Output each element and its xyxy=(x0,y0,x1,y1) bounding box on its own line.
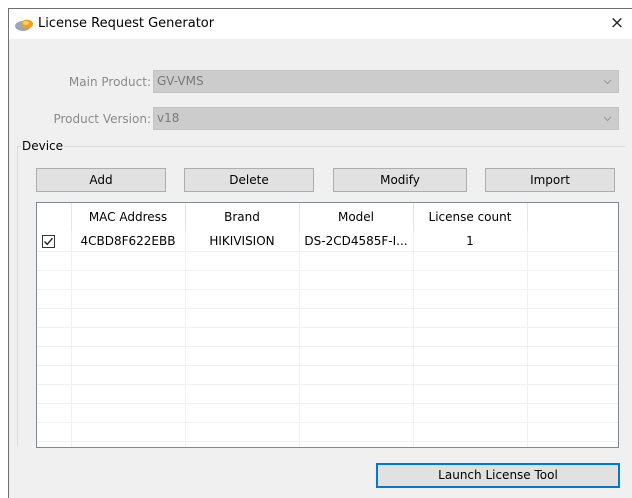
product-version-select[interactable]: v18 xyxy=(153,107,619,130)
cell-model: DS-2CD4585F-I... xyxy=(304,234,408,248)
device-group-label: Device xyxy=(21,139,65,153)
main-product-select[interactable]: GV-VMS xyxy=(153,70,619,93)
header-divider xyxy=(71,203,72,231)
title-bar[interactable]: License Request Generator × xyxy=(9,9,632,39)
column-header-license-count[interactable]: License count xyxy=(413,203,527,231)
grid-column-line xyxy=(299,231,300,447)
main-product-value: GV-VMS xyxy=(157,74,204,88)
add-button[interactable]: Add xyxy=(36,168,166,192)
grid-column-line xyxy=(71,231,72,447)
device-group-top-border xyxy=(17,146,625,147)
grid-row-line xyxy=(37,346,618,347)
license-request-window: License Request Generator × Main Product… xyxy=(8,8,632,498)
grid-row-line xyxy=(37,289,618,290)
close-icon: × xyxy=(609,13,625,33)
license-app-icon xyxy=(15,19,33,31)
grid-row-line xyxy=(37,270,618,271)
grid-row-line xyxy=(37,308,618,309)
grid-row-line xyxy=(37,327,618,328)
header-divider xyxy=(527,203,528,231)
delete-button[interactable]: Delete xyxy=(184,168,314,192)
header-divider xyxy=(413,203,414,231)
grid-column-line xyxy=(185,231,186,447)
window-title: License Request Generator xyxy=(38,16,215,31)
launch-license-tool-button[interactable]: Launch License Tool xyxy=(376,463,620,488)
checkmark-icon xyxy=(43,237,54,246)
grid-row-line xyxy=(37,441,618,442)
chevron-down-icon xyxy=(603,79,612,85)
column-header-model[interactable]: Model xyxy=(299,203,413,231)
cell-brand: HIKIVISION xyxy=(209,234,275,248)
grid-row-line xyxy=(37,422,618,423)
grid-column-line xyxy=(527,231,528,447)
grid-column-line xyxy=(413,231,414,447)
chevron-down-icon xyxy=(603,116,612,122)
product-version-value: v18 xyxy=(157,111,180,125)
close-button[interactable]: × xyxy=(602,9,632,39)
header-divider xyxy=(299,203,300,231)
device-list[interactable]: MAC Address Brand Model License count 4C… xyxy=(36,202,619,448)
device-group-left-border xyxy=(17,146,18,446)
row-checkbox[interactable] xyxy=(42,235,55,248)
column-header-mac-address[interactable]: MAC Address xyxy=(71,203,185,231)
product-version-label: Product Version: xyxy=(53,112,151,126)
grid-row-line xyxy=(37,384,618,385)
import-button[interactable]: Import xyxy=(485,168,615,192)
grid-row-line xyxy=(37,403,618,404)
header-divider xyxy=(185,203,186,231)
modify-button[interactable]: Modify xyxy=(333,168,467,192)
device-list-header: MAC Address Brand Model License count xyxy=(37,203,618,231)
grid-row-line xyxy=(37,251,618,252)
cell-license-count: 1 xyxy=(466,234,474,248)
main-product-label: Main Product: xyxy=(68,75,151,89)
grid-row-line xyxy=(37,365,618,366)
cell-mac-address: 4CBD8F622EBB xyxy=(80,234,176,248)
column-header-brand[interactable]: Brand xyxy=(185,203,299,231)
